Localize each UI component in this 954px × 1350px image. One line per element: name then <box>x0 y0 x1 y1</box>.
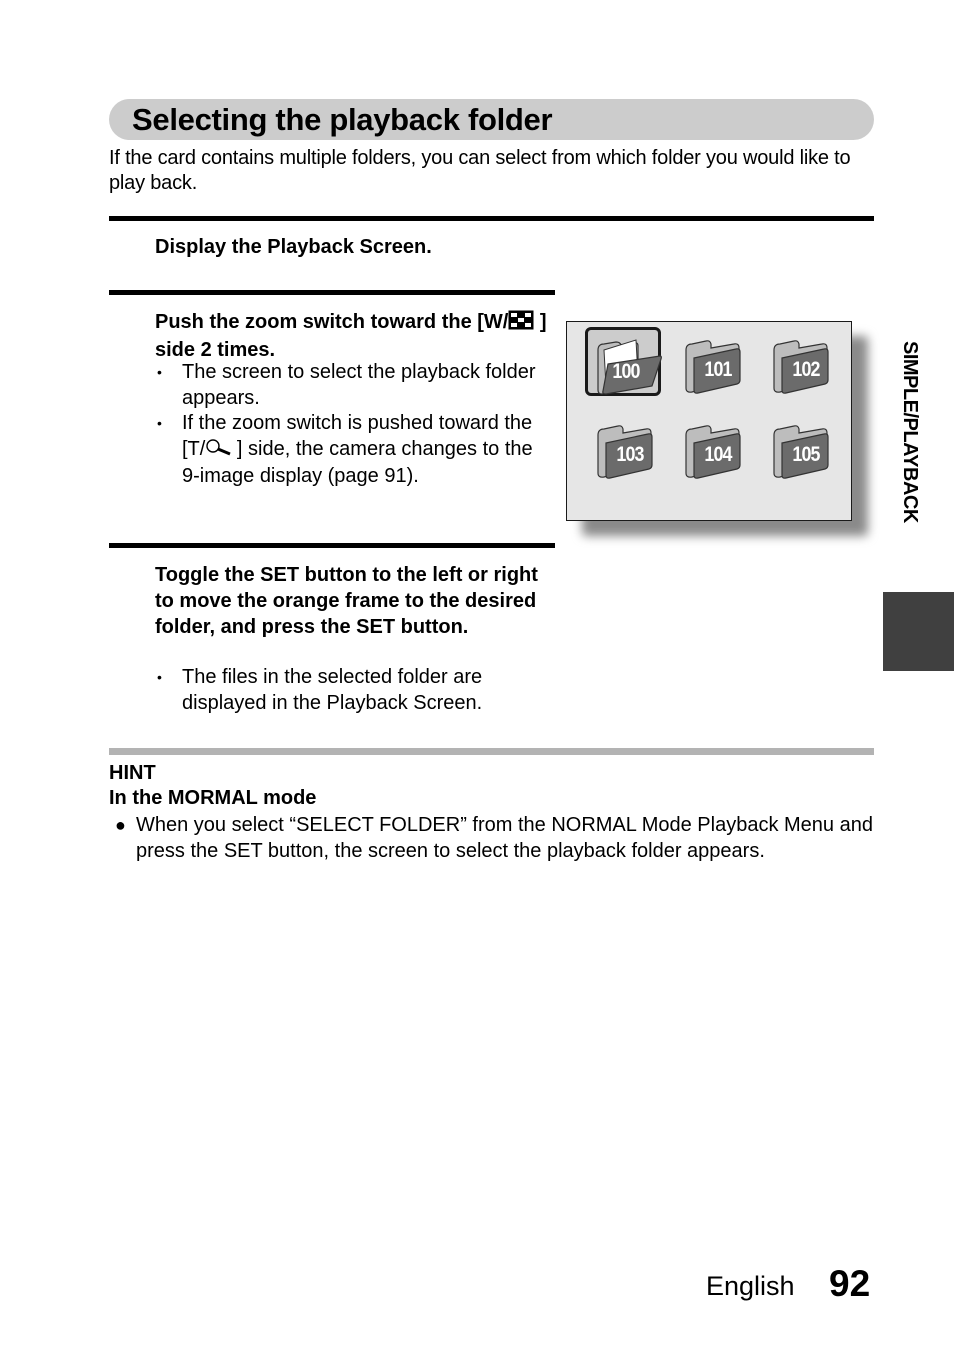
step-2-heading-part1: Push the zoom switch toward the [W/ <box>155 311 509 333</box>
list-item: • The files in the selected folder are di… <box>157 666 483 714</box>
section-side-tab <box>883 592 954 671</box>
section-side-label: SIMPLE/PLAYBACK <box>899 341 921 523</box>
step-1-heading: Display the Playback Screen. <box>155 236 432 258</box>
hint-title: HINT <box>109 762 156 784</box>
folder-icon: 105 <box>770 421 844 483</box>
folder-label: 103 <box>616 443 644 466</box>
folder-label: 105 <box>792 443 820 466</box>
folder-label: 100 <box>612 360 640 383</box>
thumbnail-grid-icon <box>508 310 534 337</box>
step-3-divider <box>109 543 555 548</box>
hint-divider <box>109 748 874 755</box>
hint-subtitle: In the MORMAL mode <box>109 787 317 809</box>
step-3-heading: Toggle the SET button to the left or rig… <box>155 564 538 638</box>
step-3-bullets: • The files in the selected folder are di… <box>155 665 555 716</box>
list-item: • The screen to select the playback folde… <box>157 361 536 409</box>
footer-language: English <box>706 1271 795 1301</box>
page-title: Selecting the playback folder <box>132 102 553 137</box>
folder-icon-selected: 100 <box>594 336 668 398</box>
list-item: • If the zoom switch is pushed toward the… <box>157 412 533 487</box>
folder-icon: 103 <box>594 421 668 483</box>
folder-label: 101 <box>704 358 732 381</box>
step-1-divider <box>109 216 874 221</box>
step-2-heading: Push the zoom switch toward the [W/ ] si… <box>155 309 555 363</box>
folder-icon: 104 <box>682 421 756 483</box>
folder-icon: 102 <box>770 336 844 398</box>
intro-text: If the card contains multiple folders, y… <box>109 147 851 194</box>
magnifier-icon <box>205 438 231 465</box>
folder-label: 102 <box>792 358 820 381</box>
folder-label: 104 <box>704 443 732 466</box>
hint-bullet: ● When you select “SELECT FOLDER” from t… <box>115 814 873 862</box>
folder-icon: 101 <box>682 336 756 398</box>
step-2-bullets: • The screen to select the playback folde… <box>155 360 555 490</box>
page-number: 92 <box>829 1263 871 1304</box>
bullet-icon: ● <box>115 815 126 835</box>
step-2-divider <box>109 290 555 295</box>
